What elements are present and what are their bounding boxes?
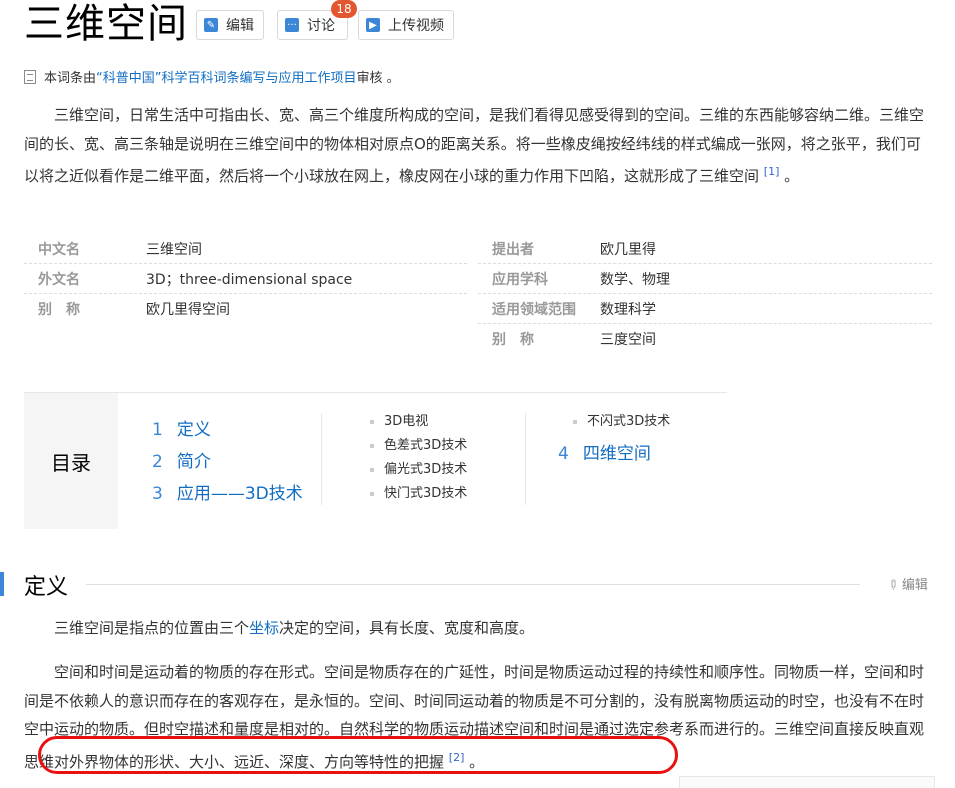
pencil-icon: ✎ [883, 576, 902, 595]
upload-video-label: 上传视频 [388, 18, 444, 34]
table-of-contents: 目录 1 定义 2 简介 3 应用——3D技术 3D电视 色差式3D技术 偏光式3D技… [24, 392, 727, 529]
infobox-value: 欧几里得空间 [146, 301, 230, 318]
edit-label: 编辑 [226, 18, 254, 34]
toc-subitem[interactable]: 色差式3D技术 [370, 434, 467, 453]
toc-subitem[interactable]: 不闪式3D技术 [573, 410, 670, 429]
infobox-right: 提出者 欧几里得 应用学科 数学、物理 适用领域范围 数理科学 别 称 三度空间 [478, 234, 932, 353]
discuss-label: 讨论 [307, 18, 335, 34]
infobox-row: 中文名 三维空间 [24, 234, 467, 264]
infobox-key: 应用学科 [492, 271, 548, 288]
image-thumbnail[interactable] [679, 776, 935, 788]
toc-subitem-label: 不闪式3D技术 [587, 414, 671, 429]
toc-item-label: 四维空间 [582, 444, 651, 464]
review-suffix: 审核 。 [356, 71, 400, 86]
toc-divider [525, 413, 526, 505]
review-project-link[interactable]: “科普中国”科学百科词条编写与应用工作项目 [96, 67, 356, 86]
definition-text-after: 决定的空间，具有长度、宽度和高度。 [279, 619, 535, 637]
infobox-key: 提出者 [492, 241, 534, 258]
section-divider [86, 584, 860, 585]
toc-subitem-label: 3D电视 [384, 414, 429, 429]
section-edit-button[interactable]: ✎编辑 [883, 574, 928, 594]
infobox-row: 别 称 欧几里得空间 [24, 294, 467, 323]
toc-item-intro[interactable]: 2 简介 [152, 447, 211, 472]
definition-paragraph-1: 三维空间是指点的位置由三个坐标决定的空间，具有长度、宽度和高度。 [24, 614, 932, 643]
toc-item-label: 定义 [176, 420, 211, 440]
infobox-value: 3D；three-dimensional space [146, 271, 353, 288]
highlight-oval [38, 736, 678, 774]
document-icon [24, 69, 36, 84]
toc-subitem-label: 快门式3D技术 [384, 486, 468, 501]
toc-item-number: 3 [152, 484, 163, 504]
definition-text-before: 三维空间是指点的位置由三个 [54, 619, 250, 637]
infobox-value: 三维空间 [146, 241, 202, 258]
toc-item-number: 4 [558, 444, 569, 464]
summary-end: 。 [779, 167, 800, 185]
toc-item-4d-space[interactable]: 4 四维空间 [558, 439, 651, 464]
infobox-row: 别 称 三度空间 [478, 324, 932, 353]
toc-item-3d-tech[interactable]: 3 应用——3D技术 [152, 479, 303, 504]
toc-item-number: 2 [152, 452, 163, 472]
infobox-value: 数学、物理 [600, 271, 670, 288]
discuss-count-badge: 18 [331, 0, 357, 18]
infobox-key: 别 称 [38, 301, 80, 318]
section-edit-label: 编辑 [901, 578, 928, 593]
toc-subitem-label: 色差式3D技术 [384, 438, 468, 453]
toc-subitem[interactable]: 快门式3D技术 [370, 482, 467, 501]
toc-subitem[interactable]: 偏光式3D技术 [370, 458, 467, 477]
infobox-key: 中文名 [38, 241, 80, 258]
infobox-row: 外文名 3D；three-dimensional space [24, 264, 467, 294]
edit-button[interactable]: ✎ 编辑 [196, 10, 264, 40]
section-accent-bar [0, 572, 4, 596]
infobox-row: 适用领域范围 数理科学 [478, 294, 932, 324]
toc-subitem[interactable]: 3D电视 [370, 410, 428, 429]
upload-video-button[interactable]: ▶ 上传视频 [358, 10, 454, 40]
toc-body: 1 定义 2 简介 3 应用——3D技术 3D电视 色差式3D技术 偏光式3D技术 快… [118, 393, 727, 529]
pencil-icon: ✎ [204, 18, 218, 32]
bullet-icon [370, 419, 374, 424]
summary-paragraph: 三维空间，日常生活中可指由长、宽、高三个维度所构成的空间，是我们看得见感受得到的… [24, 101, 932, 191]
infobox-left: 中文名 三维空间 外文名 3D；three-dimensional space … [24, 234, 467, 323]
review-prefix: 本词条由 [44, 71, 97, 86]
play-icon: ▶ [366, 18, 380, 32]
infobox-row: 提出者 欧几里得 [478, 234, 932, 264]
bullet-icon [370, 467, 374, 472]
toc-item-number: 1 [152, 420, 163, 440]
infobox-key: 别 称 [492, 331, 534, 348]
infobox-row: 应用学科 数学、物理 [478, 264, 932, 294]
infobox-value: 数理科学 [600, 301, 656, 318]
bullet-icon [370, 491, 374, 496]
infobox-value: 欧几里得 [600, 241, 656, 258]
infobox-key: 外文名 [38, 271, 80, 288]
toc-subitem-label: 偏光式3D技术 [384, 462, 468, 477]
section-title: 定义 [24, 575, 69, 600]
page-title: 三维空间 [24, 1, 188, 47]
toc-header: 目录 [51, 450, 91, 475]
chat-icon: ··· [285, 18, 299, 32]
toc-item-definition[interactable]: 1 定义 [152, 415, 211, 440]
summary-ref-link[interactable]: [1] [764, 165, 780, 178]
review-notice: 本词条由 “科普中国”科学百科词条编写与应用工作项目 审核 。 [24, 67, 400, 86]
bullet-icon [370, 443, 374, 448]
bullet-icon [573, 419, 577, 424]
infobox-value: 三度空间 [600, 331, 656, 348]
infobox-key: 适用领域范围 [492, 301, 576, 318]
coordinate-link[interactable]: 坐标 [249, 619, 279, 637]
toc-item-label: 简介 [176, 452, 211, 472]
toc-item-label: 应用——3D技术 [176, 484, 303, 504]
toc-divider [321, 413, 322, 505]
